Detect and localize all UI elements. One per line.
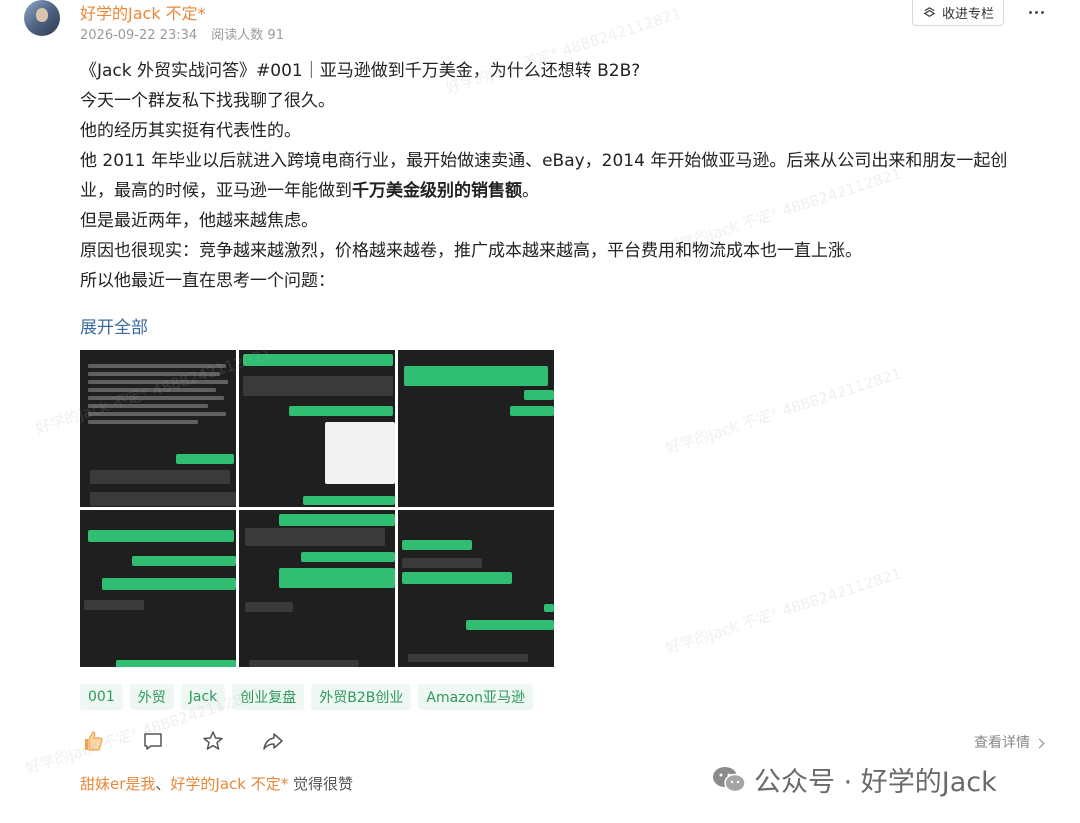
image-grid [80,350,555,668]
thumbs-up-icon [85,731,103,751]
like-button[interactable] [80,728,106,754]
watermark-overlay: 好学的Jack 不定* 4888242112821 [663,364,904,458]
bold-highlight: 千万美金级别的销售额 [352,181,522,201]
watermark-overlay: 好学的Jack 不定* 4888242112821 [663,564,904,658]
chat-screenshot-thumbnail[interactable] [80,510,236,667]
view-details-link[interactable]: 查看详情 [974,732,1045,752]
post-date: 2026-09-22 23:34 [80,28,198,43]
star-icon [203,731,223,750]
liker-name[interactable]: 好学的Jack 不定* [170,775,288,793]
post-content: 《Jack 外贸实战问答》#001｜亚马逊做到千万美金，为什么还想转 B2B? … [80,56,1040,296]
tag[interactable]: 外贸 [129,684,174,710]
wechat-watermark: 公众号 · 好学的Jack [712,760,997,799]
tag[interactable]: 创业复盘 [232,684,305,710]
author-name[interactable]: 好学的Jack 不定* [80,0,206,24]
collect-label: 收进专栏 [942,6,995,22]
tag[interactable]: 001 [80,684,123,710]
chat-screenshot-thumbnail[interactable] [398,350,554,507]
post-meta: 2026-09-22 23:34 阅读人数 91 [80,24,284,43]
expand-all-link[interactable]: 展开全部 [80,313,148,338]
liker-name[interactable]: 甜妹er是我 [80,775,155,793]
likes-summary: 甜妹er是我、好学的Jack 不定* 觉得很赞 [80,775,354,793]
favorite-button[interactable] [200,728,226,754]
tag-list: 001 外贸 Jack 创业复盘 外贸B2B创业 Amazon亚马逊 [80,684,533,710]
chat-screenshot-thumbnail[interactable] [239,510,395,667]
paragraph: 但是最近两年，他越来越焦虑。 [80,211,318,231]
collect-to-column-button[interactable]: 收进专栏 [912,0,1005,26]
paragraph: 原因也很现实：竞争越来越激烈，价格越来越卷，推广成本越来越高，平台费用和物流成本… [80,241,862,261]
more-icon[interactable] [1024,2,1048,22]
tag[interactable]: 外贸B2B创业 [311,684,412,710]
tag[interactable]: Jack [180,684,226,710]
comment-icon [144,733,162,750]
paragraph: 他的经历其实挺有代表性的。 [80,121,301,141]
tag[interactable]: Amazon亚马逊 [418,684,533,710]
collect-icon [923,6,936,17]
post-header: 好学的Jack 不定* 2026-09-22 23:34 阅读人数 91 收进专… [24,0,1064,44]
post-title-line: 《Jack 外贸实战问答》#001｜亚马逊做到千万美金，为什么还想转 B2B? [80,61,641,81]
comment-button[interactable] [140,728,166,754]
avatar[interactable] [24,0,60,36]
chat-screenshot-thumbnail[interactable] [398,510,554,667]
chevron-right-icon [1035,738,1045,749]
action-bar [80,728,286,754]
wechat-icon [713,766,746,792]
share-button[interactable] [260,728,286,754]
paragraph: 今天一个群友私下找我聊了很久。 [80,91,335,111]
watermark-text: 公众号 · 好学的Jack [754,767,997,798]
paragraph: 所以他最近一直在思考一个问题： [80,271,335,291]
share-icon [263,733,283,750]
chat-screenshot-thumbnail[interactable] [239,350,395,507]
chat-screenshot-thumbnail[interactable] [80,350,236,507]
paragraph: 他 2011 年毕业以后就进入跨境电商行业，最开始做速卖通、eBay，2014 … [80,151,1008,201]
read-count: 阅读人数 91 [211,28,284,43]
